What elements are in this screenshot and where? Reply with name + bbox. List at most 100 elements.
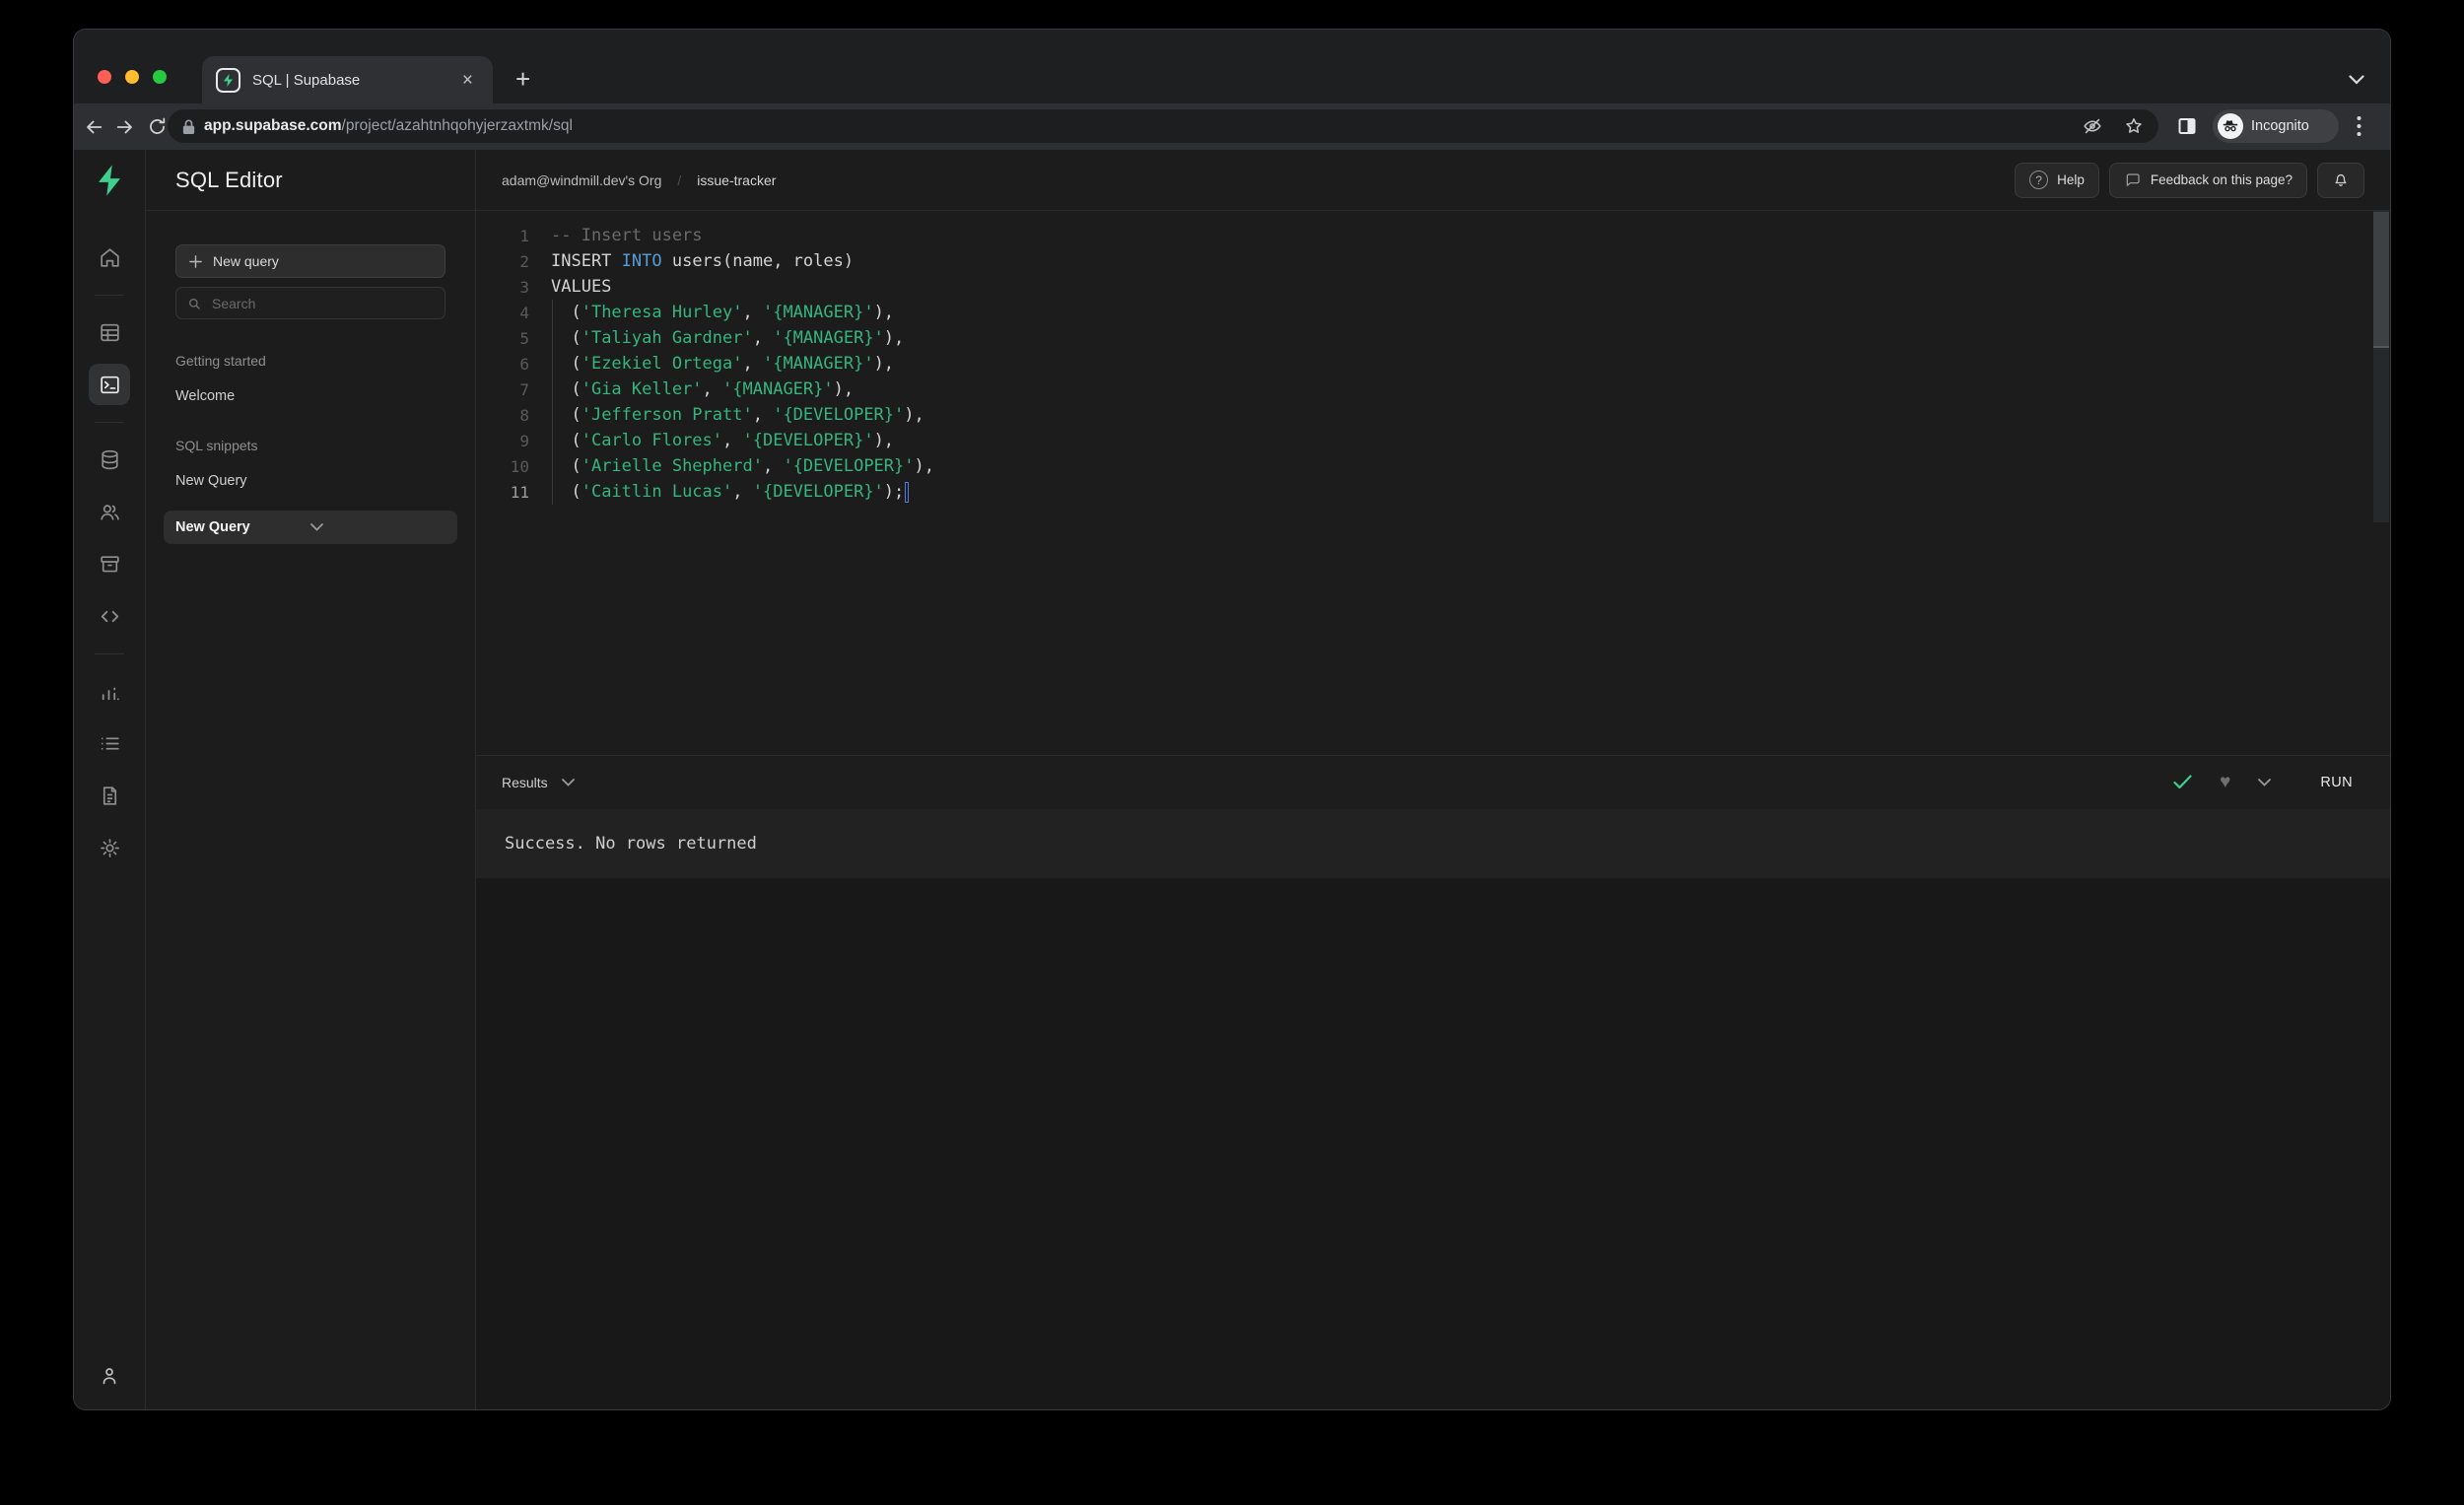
tab-close-icon[interactable]: × bbox=[456, 69, 479, 92]
snippet-item[interactable]: New Query bbox=[175, 473, 445, 489]
minimize-window-button[interactable] bbox=[125, 70, 139, 84]
feedback-button[interactable]: Feedback on this page? bbox=[2108, 162, 2307, 198]
tab-title: SQL | Supabase bbox=[252, 71, 361, 89]
line-number: 3 bbox=[519, 277, 529, 297]
line-number: 9 bbox=[519, 431, 529, 450]
supabase-favicon-icon bbox=[216, 67, 240, 93]
browser-menu-icon[interactable] bbox=[2357, 115, 2361, 137]
url-host: app.supabase.com bbox=[204, 117, 342, 134]
results-chevron-icon[interactable] bbox=[561, 778, 575, 787]
supabase-app: SQL Editor New query Search Getting star… bbox=[74, 150, 2390, 1409]
sql-editor-sidebar: SQL Editor New query Search Getting star… bbox=[146, 150, 476, 1409]
sql-editor-icon[interactable] bbox=[89, 364, 130, 405]
account-icon[interactable] bbox=[98, 1364, 121, 1388]
success-check-icon bbox=[2173, 775, 2192, 789]
main-content: adam@windmill.dev's Org / issue-tracker … bbox=[476, 150, 2390, 1409]
code-line[interactable]: 4 ('Theresa Hurley', '{MANAGER}'), bbox=[476, 300, 2390, 325]
back-button[interactable] bbox=[80, 113, 107, 141]
forward-button[interactable] bbox=[111, 113, 139, 141]
line-number: 7 bbox=[519, 379, 529, 399]
incognito-badge: Incognito bbox=[2213, 109, 2339, 143]
plus-icon bbox=[188, 254, 203, 269]
code-line[interactable]: 9 ('Carlo Flores', '{DEVELOPER}'), bbox=[476, 428, 2390, 453]
breadcrumb-project[interactable]: issue-tracker bbox=[697, 172, 776, 188]
snippet-item[interactable]: New Query bbox=[164, 511, 457, 544]
breadcrumb: adam@windmill.dev's Org / issue-tracker … bbox=[476, 150, 2390, 211]
side-panel-icon[interactable] bbox=[2175, 114, 2199, 138]
code-line[interactable]: 11 ('Caitlin Lucas', '{DEVELOPER}'); bbox=[476, 479, 2390, 505]
indent-guide bbox=[552, 300, 553, 505]
line-number: 2 bbox=[519, 251, 529, 271]
reports-icon[interactable] bbox=[89, 670, 130, 712]
results-empty-area bbox=[476, 877, 2390, 1409]
breadcrumb-separator: / bbox=[677, 171, 682, 188]
browser-tab[interactable]: SQL | Supabase × bbox=[202, 56, 493, 103]
url-bar[interactable]: app.supabase.com/project/azahtnhqohyjerz… bbox=[168, 109, 2158, 143]
line-number: 5 bbox=[519, 328, 529, 348]
code-line[interactable]: 3 VALUES bbox=[476, 274, 2390, 300]
section-label: Getting started bbox=[175, 353, 266, 369]
line-number: 1 bbox=[519, 226, 529, 245]
storage-icon[interactable] bbox=[89, 543, 130, 584]
section-label: SQL snippets bbox=[175, 438, 258, 453]
text-cursor bbox=[905, 481, 910, 503]
tab-search-chevron-icon[interactable] bbox=[2349, 75, 2364, 85]
url-text: app.supabase.com/project/azahtnhqohyjerz… bbox=[204, 117, 2082, 135]
page-title: SQL Editor bbox=[175, 167, 283, 192]
breadcrumb-org[interactable]: adam@windmill.dev's Org bbox=[502, 172, 661, 188]
feedback-bubble-icon bbox=[2124, 171, 2142, 189]
code-line[interactable]: 5 ('Taliyah Gardner', '{MANAGER}'), bbox=[476, 325, 2390, 351]
sql-code-editor[interactable]: 1 -- Insert users 2 INSERT INTO users(name,… bbox=[476, 211, 2390, 755]
browser-toolbar: app.supabase.com/project/azahtnhqohyjerz… bbox=[74, 103, 2390, 150]
edge-functions-icon[interactable] bbox=[89, 595, 130, 637]
new-query-button[interactable]: New query bbox=[175, 244, 445, 278]
code-line[interactable]: 1 -- Insert users bbox=[476, 223, 2390, 248]
lock-icon bbox=[181, 118, 196, 135]
line-number: 11 bbox=[510, 482, 529, 502]
screen: SQL | Supabase × + app.supabase.com/proj… bbox=[0, 0, 2464, 1505]
snippet-item[interactable]: Welcome bbox=[175, 388, 445, 404]
supabase-logo-icon[interactable] bbox=[95, 164, 124, 197]
sidebar-header: SQL Editor bbox=[146, 150, 475, 211]
line-number: 6 bbox=[519, 354, 529, 374]
editor-scrollbar-thumb[interactable] bbox=[2373, 212, 2389, 346]
code-line[interactable]: 7 ('Gia Keller', '{MANAGER}'), bbox=[476, 376, 2390, 402]
zoom-window-button[interactable] bbox=[153, 70, 167, 84]
eye-off-icon[interactable] bbox=[2082, 115, 2103, 137]
line-number: 8 bbox=[519, 405, 529, 425]
search-input[interactable] bbox=[175, 287, 445, 319]
results-toolbar: Results ♥ RUN bbox=[476, 754, 2390, 809]
rail-divider bbox=[95, 422, 124, 423]
snippet-sections: Getting started Welcome SQL snippets New Qu… bbox=[164, 353, 457, 544]
notifications-button[interactable] bbox=[2317, 162, 2364, 198]
table-editor-icon[interactable] bbox=[89, 311, 130, 353]
code-line[interactable]: 10 ('Arielle Shepherd', '{DEVELOPER}'), bbox=[476, 453, 2390, 479]
help-icon: ? bbox=[2029, 171, 2049, 189]
favorite-heart-icon[interactable]: ♥ bbox=[2220, 773, 2230, 791]
rail-divider bbox=[95, 295, 124, 296]
settings-gear-icon[interactable] bbox=[89, 827, 130, 868]
code-line[interactable]: 6 ('Ezekiel Ortega', '{MANAGER}'), bbox=[476, 351, 2390, 376]
auth-users-icon[interactable] bbox=[89, 491, 130, 532]
browser-tabstrip: SQL | Supabase × + bbox=[74, 30, 2390, 103]
new-tab-button[interactable]: + bbox=[515, 65, 530, 93]
incognito-label: Incognito bbox=[2251, 118, 2309, 134]
run-button[interactable]: RUN bbox=[2308, 767, 2364, 798]
api-docs-icon[interactable] bbox=[89, 775, 130, 816]
code-line[interactable]: 2 INSERT INTO users(name, roles) bbox=[476, 248, 2390, 274]
run-options-chevron-icon[interactable] bbox=[2258, 778, 2272, 787]
logs-icon[interactable] bbox=[89, 722, 130, 764]
reload-button[interactable] bbox=[143, 113, 171, 141]
code-line[interactable]: 8 ('Jefferson Pratt', '{DEVELOPER}'), bbox=[476, 402, 2390, 428]
bookmark-star-icon[interactable] bbox=[2123, 115, 2145, 137]
code-lines: 1 -- Insert users 2 INSERT INTO users(name,… bbox=[476, 223, 2390, 505]
chevron-down-icon bbox=[310, 523, 445, 531]
database-icon[interactable] bbox=[89, 439, 130, 480]
editor-scrollbar-marker bbox=[2373, 346, 2389, 348]
home-icon[interactable] bbox=[89, 237, 130, 278]
incognito-spy-icon bbox=[2218, 113, 2243, 139]
bell-icon bbox=[2332, 171, 2350, 189]
help-button[interactable]: ? Help bbox=[2015, 162, 2099, 198]
nav-rail bbox=[74, 150, 146, 1409]
close-window-button[interactable] bbox=[98, 70, 111, 84]
